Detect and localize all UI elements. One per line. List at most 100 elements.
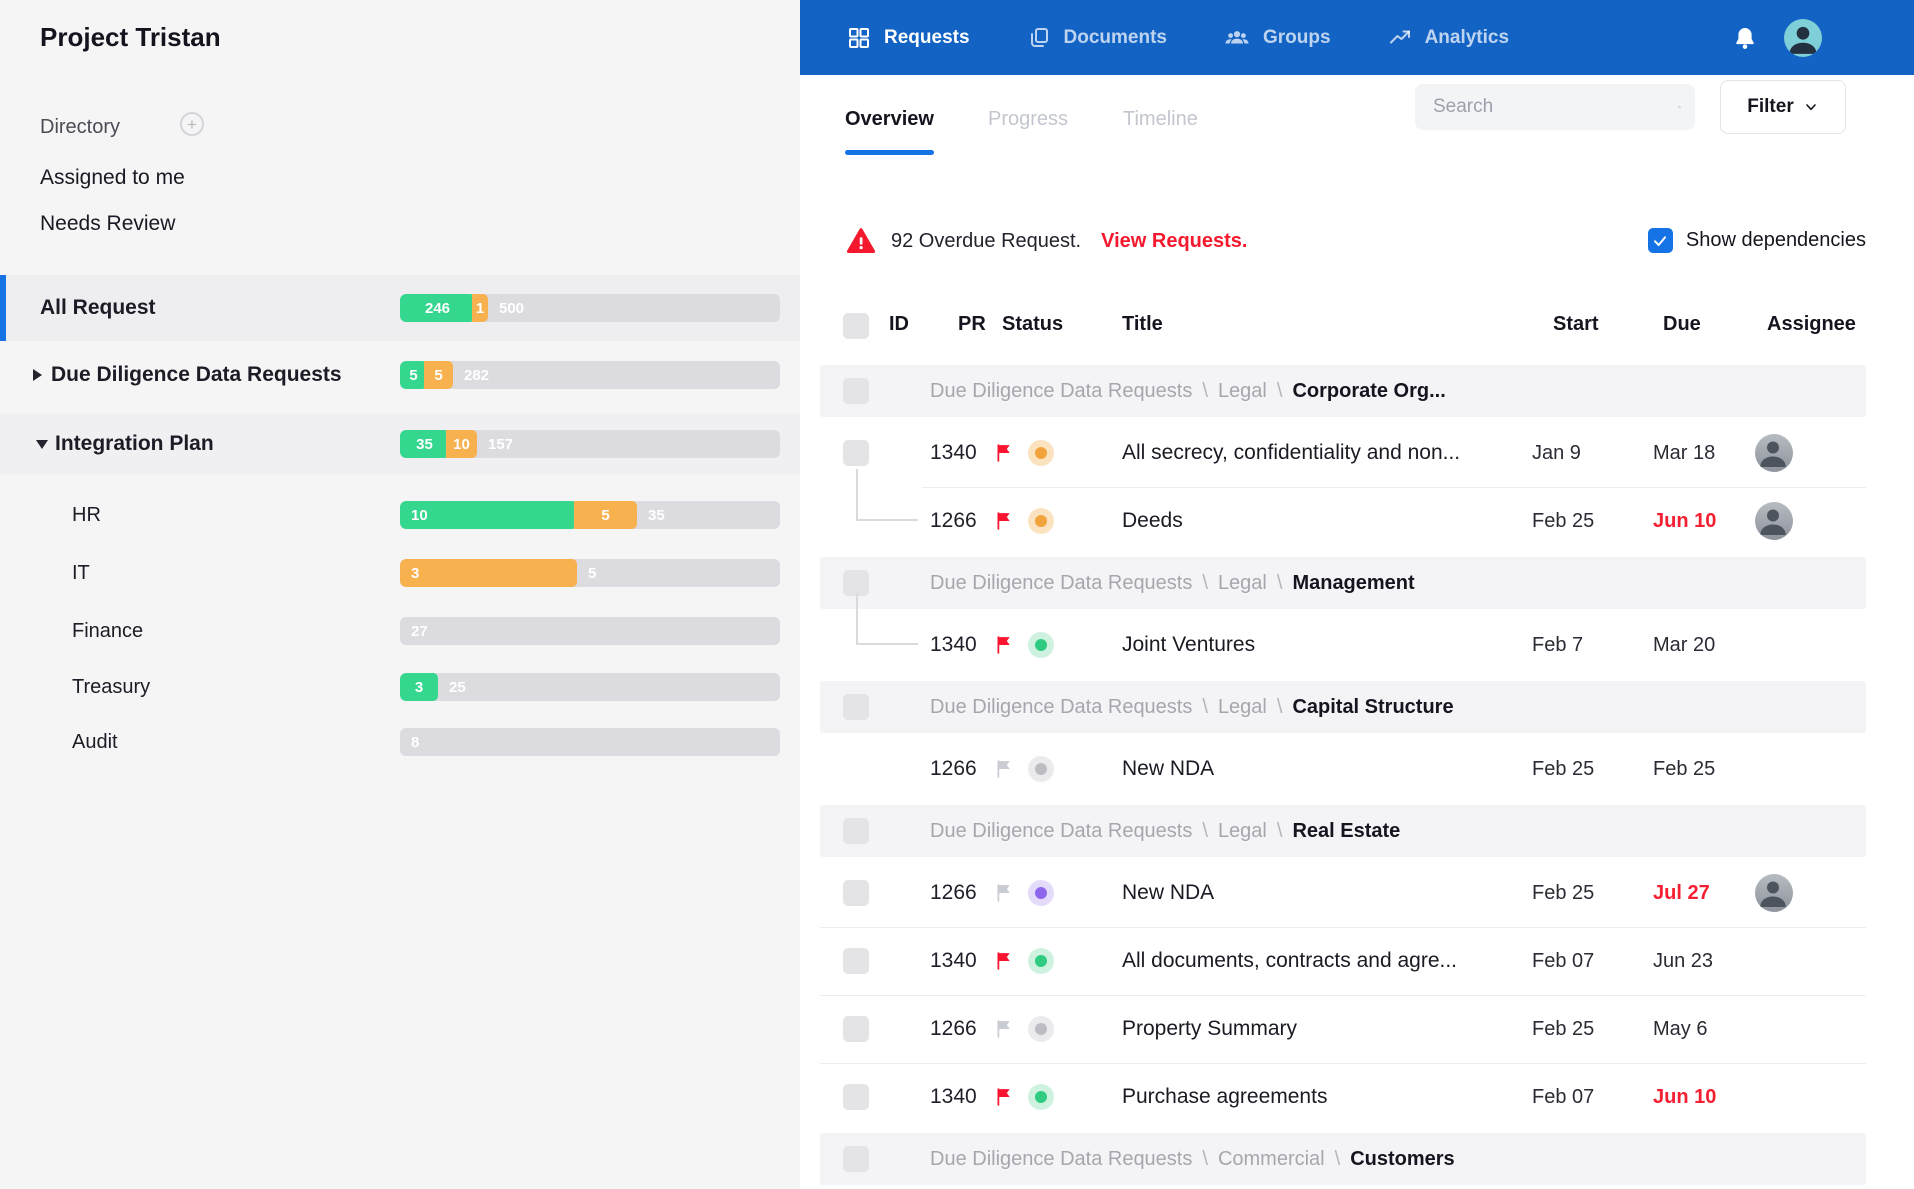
show-dependencies-toggle[interactable]: Show dependencies <box>1648 228 1866 253</box>
nav-item-documents[interactable]: Documents <box>1027 26 1167 50</box>
col-status[interactable]: Status <box>1002 313 1063 336</box>
select-all-checkbox[interactable] <box>843 313 869 339</box>
request-title[interactable]: Property Summary <box>1122 995 1297 1063</box>
sidebar-item-hr[interactable]: HR <box>72 501 101 529</box>
row-checkbox[interactable] <box>843 1084 869 1110</box>
request-row[interactable]: 1266 Property Summary Feb 25 May 6 <box>800 995 1914 1063</box>
request-row[interactable]: 1266 New NDA Feb 25 Jul 27 <box>800 859 1914 927</box>
breadcrumb: Due Diligence Data Requests Legal Corpor… <box>930 363 1446 419</box>
priority-flag-icon[interactable] <box>994 634 1015 660</box>
row-checkbox[interactable] <box>843 1146 869 1172</box>
status-dot-purple[interactable] <box>1028 880 1054 906</box>
request-row[interactable]: 1340 Purchase agreements Feb 07 Jun 10 <box>800 1063 1914 1131</box>
nav-item-requests[interactable]: Requests <box>847 26 970 50</box>
request-row[interactable]: 1266 Deeds Feb 25 Jun 10 <box>800 487 1914 555</box>
row-checkbox[interactable] <box>843 1016 869 1042</box>
grid-icon <box>847 26 871 50</box>
assignee-avatar[interactable] <box>1755 502 1793 540</box>
progress-total: 25 <box>438 673 780 701</box>
col-title[interactable]: Title <box>1122 313 1163 336</box>
nav-item-analytics[interactable]: Analytics <box>1388 26 1509 50</box>
due-date: Mar 20 <box>1653 611 1715 679</box>
nav-label: Requests <box>884 27 970 49</box>
view-requests-link[interactable]: View Requests. <box>1101 230 1247 253</box>
request-title[interactable]: Joint Ventures <box>1122 611 1255 679</box>
sidebar-item-due-diligence[interactable]: Due Diligence Data Requests <box>33 361 342 389</box>
assignee-avatar[interactable] <box>1755 874 1793 912</box>
caret-down-icon[interactable] <box>36 440 48 449</box>
row-checkbox[interactable] <box>843 880 869 906</box>
dependencies-checkbox[interactable] <box>1648 228 1673 253</box>
caret-right-icon[interactable] <box>33 369 42 381</box>
row-checkbox[interactable] <box>843 378 869 404</box>
group-row[interactable]: Due Diligence Data Requests Legal Capita… <box>800 679 1914 735</box>
status-dot-orange[interactable] <box>1028 440 1054 466</box>
sidebar-item-it[interactable]: IT <box>72 559 90 587</box>
col-start[interactable]: Start <box>1553 313 1599 336</box>
bell-icon[interactable] <box>1732 25 1758 51</box>
sidebar-item-integration-plan-label[interactable]: Integration Plan <box>36 430 214 458</box>
row-checkbox[interactable] <box>843 818 869 844</box>
progress-bar-audit: 8 <box>400 728 780 756</box>
filter-button[interactable]: Filter <box>1720 80 1846 134</box>
due-date: Jun 23 <box>1653 927 1713 995</box>
progress-done: 35 <box>400 430 449 458</box>
request-title[interactable]: New NDA <box>1122 735 1214 803</box>
priority-flag-icon[interactable] <box>994 882 1015 908</box>
group-row[interactable]: Due Diligence Data Requests Legal Manage… <box>800 555 1914 611</box>
sidebar-item-all-request-label[interactable]: All Request <box>40 294 156 322</box>
request-title[interactable]: All documents, contracts and agre... <box>1122 927 1457 995</box>
status-dot-green[interactable] <box>1028 632 1054 658</box>
request-title[interactable]: Deeds <box>1122 487 1183 555</box>
request-row[interactable]: 1340 All documents, contracts and agre..… <box>800 927 1914 995</box>
status-dot-gray[interactable] <box>1028 756 1054 782</box>
request-row[interactable]: 1340 Joint Ventures Feb 7 Mar 20 <box>800 611 1914 679</box>
sidebar-item-assigned-to-me[interactable]: Assigned to me <box>40 166 185 190</box>
add-directory-button[interactable]: + <box>180 112 204 136</box>
status-dot-green[interactable] <box>1028 1084 1054 1110</box>
priority-flag-icon[interactable] <box>994 442 1015 468</box>
assignee-avatar[interactable] <box>1755 434 1793 472</box>
search-input[interactable] <box>1433 96 1678 118</box>
priority-flag-icon[interactable] <box>994 950 1015 976</box>
row-checkbox[interactable] <box>843 440 869 466</box>
tab-timeline[interactable]: Timeline <box>1123 108 1198 131</box>
request-title[interactable]: All secrecy, confidentiality and non... <box>1122 419 1460 487</box>
sidebar-item-audit[interactable]: Audit <box>72 728 118 756</box>
filter-label: Filter <box>1747 96 1793 118</box>
tab-progress[interactable]: Progress <box>988 108 1068 131</box>
col-id[interactable]: ID <box>889 313 909 336</box>
sidebar-item-finance[interactable]: Finance <box>72 617 143 645</box>
group-row[interactable]: Due Diligence Data Requests Legal Real E… <box>800 803 1914 859</box>
request-title[interactable]: New NDA <box>1122 859 1214 927</box>
priority-flag-icon[interactable] <box>994 758 1015 784</box>
request-title[interactable]: Purchase agreements <box>1122 1063 1327 1131</box>
user-avatar[interactable] <box>1784 19 1822 57</box>
row-checkbox[interactable] <box>843 948 869 974</box>
status-dot-gray[interactable] <box>1028 1016 1054 1042</box>
group-row[interactable]: Due Diligence Data Requests Commercial C… <box>800 1131 1914 1187</box>
nav-item-groups[interactable]: Groups <box>1224 26 1331 50</box>
col-pr[interactable]: PR <box>958 313 986 336</box>
request-id: 1266 <box>930 735 977 803</box>
status-dot-green[interactable] <box>1028 948 1054 974</box>
col-assignee[interactable]: Assignee <box>1767 313 1856 336</box>
tab-overview[interactable]: Overview <box>845 108 934 131</box>
chevron-down-icon <box>1803 99 1819 115</box>
group-row[interactable]: Due Diligence Data Requests Legal Corpor… <box>800 363 1914 419</box>
priority-flag-icon[interactable] <box>994 510 1015 536</box>
col-due[interactable]: Due <box>1663 313 1701 336</box>
sidebar-item-treasury[interactable]: Treasury <box>72 673 150 701</box>
sidebar-item-needs-review[interactable]: Needs Review <box>40 212 175 236</box>
row-checkbox[interactable] <box>843 694 869 720</box>
table-header: ID PR Status Title Start Due Assignee <box>800 305 1914 349</box>
request-row[interactable]: 1266 New NDA Feb 25 Feb 25 <box>800 735 1914 803</box>
priority-flag-icon[interactable] <box>994 1018 1015 1044</box>
progress-total: 500 <box>488 294 780 322</box>
dependency-connector <box>856 469 918 521</box>
status-dot-orange[interactable] <box>1028 508 1054 534</box>
progress-pending: 3 <box>400 559 577 587</box>
priority-flag-icon[interactable] <box>994 1086 1015 1112</box>
search-box[interactable] <box>1415 84 1695 130</box>
request-row[interactable]: 1340 All secrecy, confidentiality and no… <box>800 419 1914 487</box>
